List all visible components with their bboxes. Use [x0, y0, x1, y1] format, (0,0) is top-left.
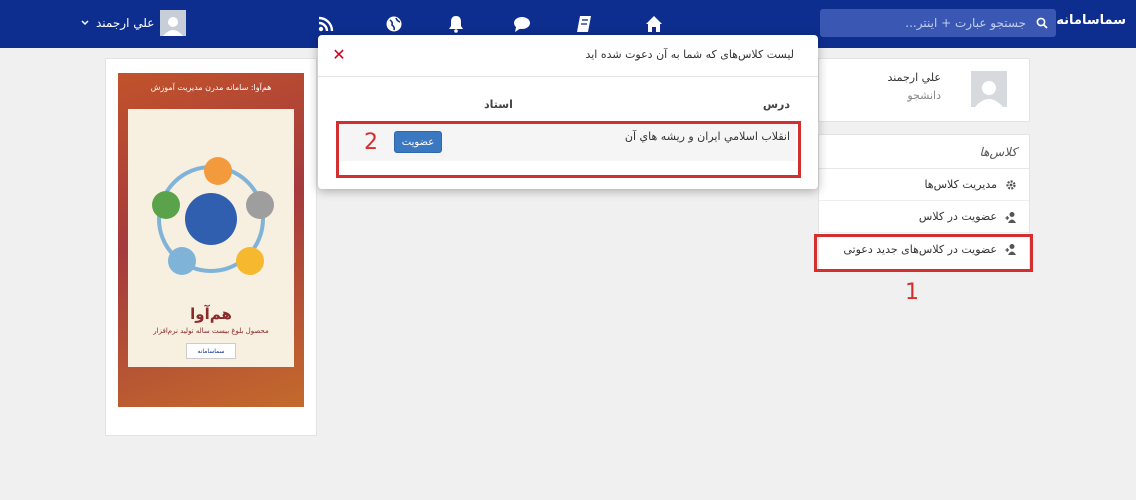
profile-card: علي ارجمند دانشجو	[818, 58, 1030, 122]
poster-subtitle: محصول بلوغ بیست ساله تولید نرم‌افزار	[153, 327, 269, 335]
modal-title: لیست کلاس‌های که شما به آن دعوت شده اید	[585, 48, 794, 61]
chevron-down-icon	[80, 18, 90, 28]
menu-item-manage-classes[interactable]: مدیریت کلاس‌ها	[819, 169, 1029, 201]
poster-header: هم‌آوا: سامانه مدرن مدیریت آموزش	[150, 83, 272, 92]
poster-inner: هم‌آوا محصول بلوغ بیست ساله تولید نرم‌اف…	[128, 109, 294, 367]
highlight-box-step-2	[336, 121, 801, 178]
column-header-teacher: استاد	[484, 98, 513, 111]
poster-diagram	[152, 157, 274, 275]
step-number-1: 1	[905, 280, 919, 305]
search-box	[820, 9, 1056, 37]
menu-item-label: مدیریت کلاس‌ها	[924, 178, 997, 191]
user-plus-icon	[1005, 211, 1017, 223]
user-menu[interactable]: علي ارجمند	[80, 10, 187, 36]
profile-role: دانشجو	[907, 89, 941, 102]
avatar	[160, 10, 187, 36]
search-input[interactable]	[820, 10, 1028, 36]
classes-panel-title: كلاس‌ها	[819, 135, 1029, 169]
promo-card: هم‌آوا: سامانه مدرن مدیریت آموزش هم‌آوا …	[105, 58, 317, 436]
user-name: علي ارجمند	[96, 16, 155, 30]
close-icon[interactable]: ✕	[330, 45, 348, 64]
promo-poster: هم‌آوا: سامانه مدرن مدیریت آموزش هم‌آوا …	[118, 73, 304, 407]
poster-title: هم‌آوا	[190, 305, 232, 323]
step-number-2: 2	[364, 130, 378, 155]
column-header-course: درس	[762, 98, 790, 111]
menu-item-join-class[interactable]: عضویت در کلاس	[819, 201, 1029, 233]
brand-name: سماسامانه	[1056, 12, 1126, 28]
gear-icon	[1005, 179, 1017, 191]
search-icon[interactable]	[1028, 9, 1056, 37]
profile-name: علي ارجمند	[887, 71, 942, 84]
poster-logo: سماسامانه	[186, 343, 236, 359]
highlight-box-step-1	[814, 234, 1033, 272]
profile-avatar	[971, 71, 1007, 107]
menu-item-label: عضویت در کلاس	[918, 210, 997, 223]
modal-header: لیست کلاس‌های که شما به آن دعوت شده اید …	[318, 35, 818, 77]
